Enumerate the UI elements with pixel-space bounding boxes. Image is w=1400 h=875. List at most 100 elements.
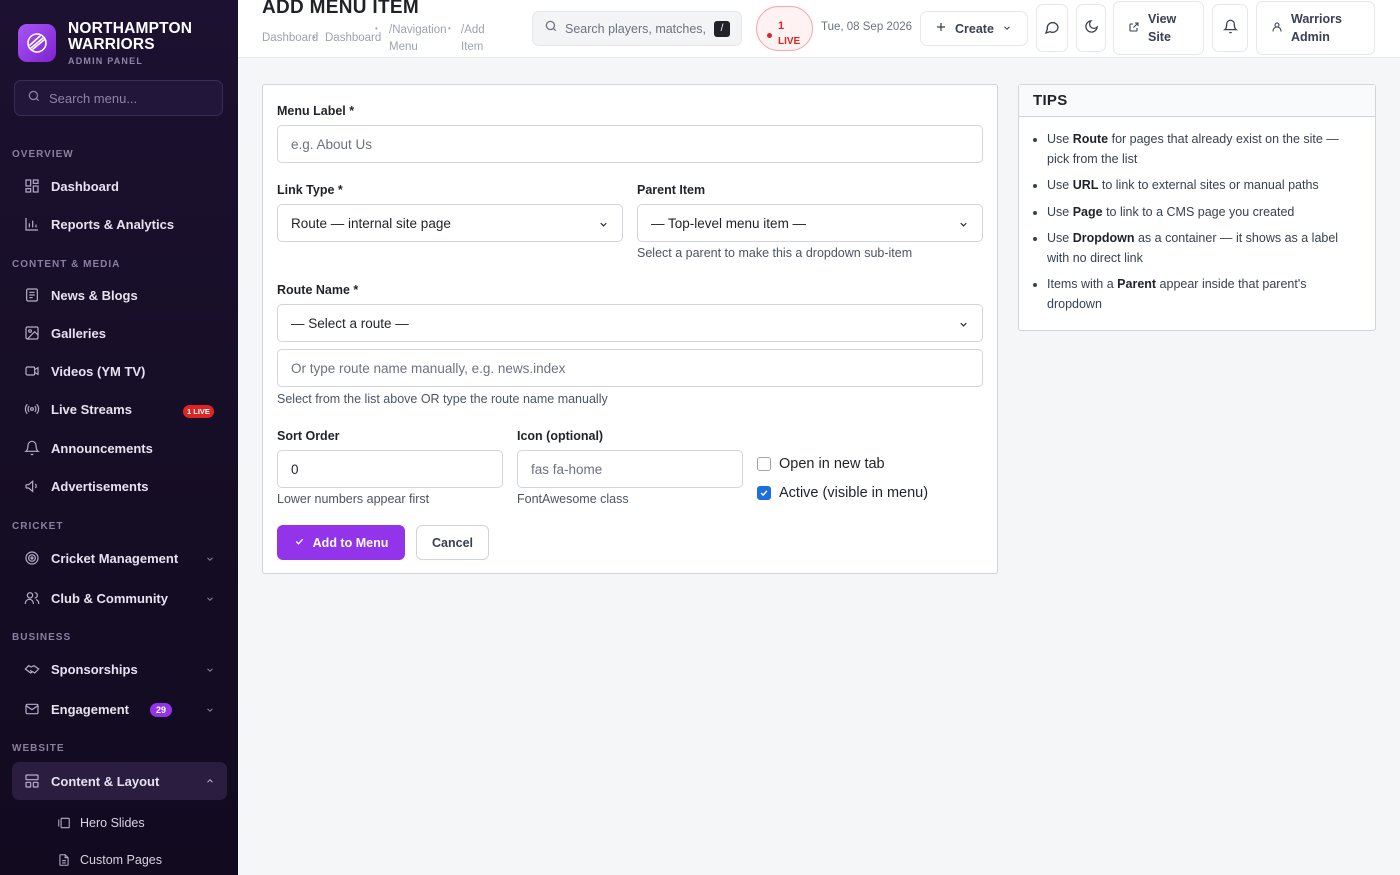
sidebar-search-input[interactable] xyxy=(49,90,209,106)
menu-label-input[interactable] xyxy=(291,136,982,152)
newspaper-icon xyxy=(23,286,41,304)
sidebar-item-reports[interactable]: Reports & Analytics xyxy=(12,206,227,242)
create-button[interactable]: Create xyxy=(920,11,1028,46)
breadcrumb-link-dashboard[interactable]: Dashboard xyxy=(262,30,318,47)
section-label-business: BUSINESS xyxy=(12,632,72,643)
sidebar-item-content-layout[interactable]: Content & Layout xyxy=(12,762,227,800)
layout-icon xyxy=(23,772,41,790)
chevron-down-icon xyxy=(205,663,215,678)
sidebar-subitem-custom-pages[interactable]: Custom Pages xyxy=(57,846,162,874)
sidebar-item-engagement[interactable]: Engagement xyxy=(12,691,227,727)
cancel-button[interactable]: Cancel xyxy=(416,525,489,560)
sidebar-item-label: Galleries xyxy=(51,325,106,341)
topbar: ADD MENU ITEM Dashboard • Dashboard • /N… xyxy=(238,0,1400,58)
live-indicator[interactable]: 1 LIVE xyxy=(756,6,813,51)
engagement-badge: 29 xyxy=(150,703,173,717)
sort-order-help: Lower numbers appear first xyxy=(277,492,430,506)
add-to-menu-button[interactable]: Add to Menu xyxy=(277,525,405,560)
link-type-value: Route — internal site page xyxy=(291,215,451,231)
menu-label-field-wrap xyxy=(277,125,983,163)
breadcrumb-current-item: Item xyxy=(461,41,484,53)
user-menu-button[interactable]: Warriors Admin xyxy=(1256,1,1375,55)
brand-name-line1: NORTHAMPTON xyxy=(68,19,193,37)
parent-item-value: — Top-level menu item — xyxy=(651,215,807,231)
active-label: Active (visible in menu) xyxy=(779,485,929,501)
create-button-label: Create xyxy=(955,21,994,36)
route-name-select[interactable]: — Select a route — xyxy=(277,304,983,342)
route-name-help: Select from the list above OR type the r… xyxy=(277,392,608,406)
search-icon xyxy=(544,19,558,38)
add-menu-item-form: Menu Label * Link Type * Route — interna… xyxy=(262,84,998,574)
plus-icon xyxy=(935,21,947,36)
icon-label: Icon (optional) xyxy=(517,429,604,443)
search-shortcut-key: / xyxy=(714,20,730,37)
bar-chart-icon xyxy=(23,215,41,233)
broadcast-icon xyxy=(23,400,41,418)
open-new-tab-toggle[interactable]: Open in new tab xyxy=(757,456,885,472)
active-toggle[interactable]: Active (visible in menu) xyxy=(757,485,928,501)
sidebar-item-videos[interactable]: Videos (YM TV) xyxy=(12,353,227,389)
global-search-input[interactable] xyxy=(565,21,710,36)
link-type-select[interactable]: Route — internal site page xyxy=(277,204,623,242)
open-new-tab-label: Open in new tab xyxy=(779,456,885,472)
sidebar-item-label: News & Blogs xyxy=(51,287,138,303)
route-name-value: — Select a route — xyxy=(291,315,409,331)
sidebar: NORTHAMPTON WARRIORS ADMIN PANEL OVERVIE… xyxy=(0,0,238,875)
chevron-down-icon xyxy=(205,592,215,607)
message-circle-icon xyxy=(1044,19,1060,38)
parent-item-select[interactable]: — Top-level menu item — xyxy=(637,204,983,242)
route-name-manual-wrap xyxy=(277,349,983,387)
sidebar-item-club-community[interactable]: Club & Community xyxy=(12,580,227,616)
tip-item: Use URL to link to external sites or man… xyxy=(1047,176,1361,196)
sidebar-item-news[interactable]: News & Blogs xyxy=(12,277,227,313)
chevron-up-icon xyxy=(205,774,215,789)
sidebar-subitem-hero-slides[interactable]: Hero Slides xyxy=(57,809,145,837)
view-site-button[interactable]: View Site xyxy=(1113,1,1204,55)
active-checkbox[interactable] xyxy=(757,486,771,500)
breadcrumb-separator: • xyxy=(448,24,451,33)
live-count: 1 xyxy=(778,20,785,32)
bell-icon xyxy=(1222,19,1238,37)
route-name-manual-input[interactable] xyxy=(291,360,982,376)
sort-order-input[interactable] xyxy=(291,461,502,477)
search-icon xyxy=(27,89,41,108)
sidebar-item-label: Sponsorships xyxy=(51,661,138,677)
sidebar-item-galleries[interactable]: Galleries xyxy=(12,315,227,351)
sort-order-label: Sort Order xyxy=(277,429,340,443)
tips-title: TIPS xyxy=(1019,85,1375,117)
moon-icon xyxy=(1084,19,1099,37)
sidebar-item-label: Advertisements xyxy=(51,478,149,494)
breadcrumb-separator: • xyxy=(313,33,316,42)
external-link-icon xyxy=(1128,21,1140,36)
slides-icon xyxy=(57,816,71,830)
sidebar-item-label: Live Streams xyxy=(51,401,132,417)
file-icon xyxy=(57,853,71,867)
theme-toggle-button[interactable] xyxy=(1076,4,1106,52)
sidebar-search xyxy=(14,80,223,116)
breadcrumb-link-dashboard-2[interactable]: Dashboard xyxy=(325,30,381,47)
sidebar-item-advertisements[interactable]: Advertisements xyxy=(12,468,227,504)
sidebar-item-label: Content & Layout xyxy=(51,773,160,789)
breadcrumb-separator: • xyxy=(375,24,378,33)
video-icon xyxy=(23,362,41,380)
sidebar-item-cricket-management[interactable]: Cricket Management xyxy=(12,540,227,576)
user-name: Warriors Admin xyxy=(1291,12,1342,44)
breadcrumb-link-navigation[interactable]: /Navigation xyxy=(389,22,447,39)
parent-item-label: Parent Item xyxy=(637,183,706,197)
breadcrumb-link-menu[interactable]: Menu xyxy=(389,39,418,56)
brand[interactable]: NORTHAMPTON WARRIORS ADMIN PANEL xyxy=(0,0,238,70)
view-site-label: View Site xyxy=(1148,12,1177,44)
sort-order-field-wrap xyxy=(277,450,503,488)
handshake-icon xyxy=(23,660,41,678)
sidebar-item-announcements[interactable]: Announcements xyxy=(12,430,227,466)
grid-icon xyxy=(23,177,41,195)
chat-button[interactable] xyxy=(1036,4,1068,52)
open-new-tab-checkbox[interactable] xyxy=(757,457,771,471)
brand-name-line2: WARRIORS xyxy=(68,35,155,53)
sidebar-item-dashboard[interactable]: Dashboard xyxy=(12,168,227,204)
sidebar-item-sponsorships[interactable]: Sponsorships xyxy=(12,651,227,687)
notifications-button[interactable] xyxy=(1212,4,1248,52)
live-dot-icon xyxy=(767,33,772,38)
tips-list: Use Route for pages that already exist o… xyxy=(1019,130,1375,314)
icon-class-input[interactable] xyxy=(531,461,742,477)
